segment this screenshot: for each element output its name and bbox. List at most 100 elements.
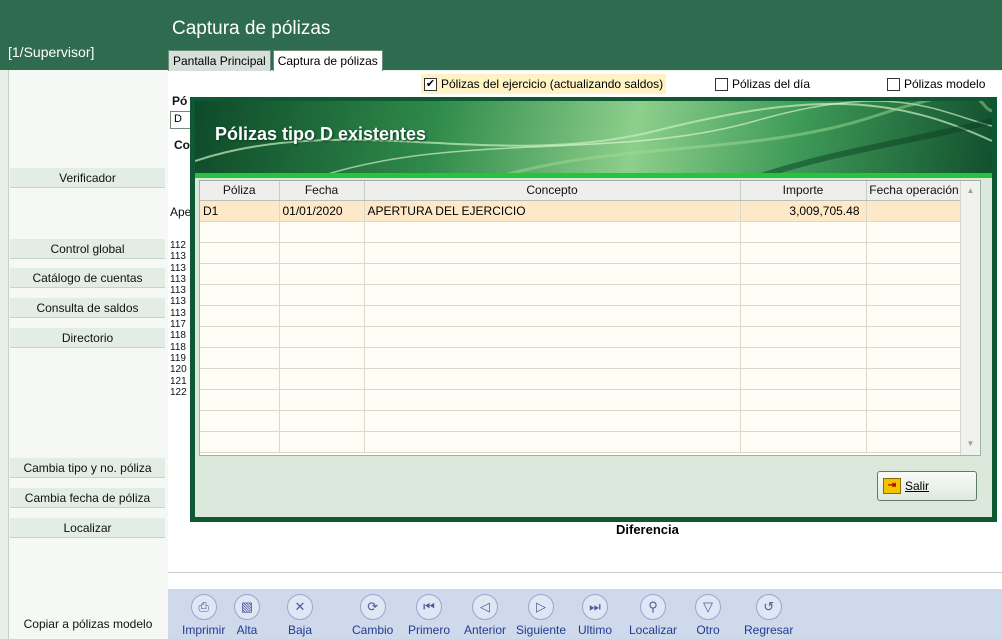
table-row-empty[interactable] — [200, 263, 963, 285]
checkbox-unchecked-icon[interactable] — [715, 77, 728, 91]
empty-cell[interactable] — [866, 389, 963, 411]
column-header-importe[interactable]: Importe — [740, 181, 867, 201]
sidebar-item-verificador[interactable]: Verificador — [10, 168, 165, 188]
empty-cell[interactable] — [279, 284, 365, 306]
scroll-down-icon[interactable]: ▼ — [961, 435, 980, 453]
toolbar-button-regresar[interactable]: ↺ Regresar — [744, 589, 793, 637]
column-header-fecha-operacion[interactable]: Fecha operación — [866, 181, 963, 201]
cell-fecha[interactable]: 01/01/2020 — [279, 200, 365, 222]
empty-cell[interactable] — [279, 221, 365, 243]
toolbar-button-anterior[interactable]: ◁ Anterior — [464, 589, 506, 637]
sidebar-item-localizar[interactable]: Localizar — [10, 518, 165, 538]
empty-cell[interactable] — [200, 347, 280, 369]
empty-cell[interactable] — [866, 305, 963, 327]
empty-cell[interactable] — [364, 284, 741, 306]
table-row-empty[interactable] — [200, 221, 963, 243]
toolbar-button-cambio[interactable]: ⟳ Cambio — [352, 589, 393, 637]
empty-cell[interactable] — [200, 221, 280, 243]
empty-cell[interactable] — [866, 368, 963, 390]
empty-cell[interactable] — [364, 389, 741, 411]
empty-cell[interactable] — [740, 242, 867, 264]
tab-captura-polizas[interactable]: Captura de pólizas — [272, 50, 383, 71]
cell-importe[interactable]: 3,009,705.48 — [740, 200, 867, 222]
empty-cell[interactable] — [740, 305, 867, 327]
empty-cell[interactable] — [740, 431, 867, 453]
option-polizas-ejercicio[interactable]: ✔ Pólizas del ejercicio (actualizando sa… — [421, 74, 667, 94]
empty-cell[interactable] — [866, 284, 963, 306]
table-row-empty[interactable] — [200, 326, 963, 348]
table-row-empty[interactable] — [200, 305, 963, 327]
column-header-fecha[interactable]: Fecha — [279, 181, 365, 201]
empty-cell[interactable] — [740, 389, 867, 411]
empty-cell[interactable] — [364, 242, 741, 264]
empty-cell[interactable] — [364, 326, 741, 348]
empty-cell[interactable] — [866, 242, 963, 264]
cell-concepto[interactable]: APERTURA DEL EJERCICIO — [364, 200, 741, 222]
empty-cell[interactable] — [279, 347, 365, 369]
empty-cell[interactable] — [279, 242, 365, 264]
option-polizas-modelo[interactable]: Pólizas modelo — [887, 74, 985, 94]
empty-cell[interactable] — [364, 305, 741, 327]
checkbox-checked-icon[interactable]: ✔ — [424, 77, 437, 91]
empty-cell[interactable] — [740, 368, 867, 390]
empty-cell[interactable] — [364, 263, 741, 285]
toolbar-button-imprimir[interactable]: ⎙ Imprimir — [182, 589, 225, 637]
table-row[interactable]: D1 01/01/2020 APERTURA DEL EJERCICIO 3,0… — [200, 200, 963, 222]
empty-cell[interactable] — [364, 431, 741, 453]
empty-cell[interactable] — [364, 368, 741, 390]
empty-cell[interactable] — [279, 368, 365, 390]
empty-cell[interactable] — [364, 347, 741, 369]
empty-cell[interactable] — [740, 221, 867, 243]
toolbar-button-primero[interactable]: ⏮ Primero — [408, 589, 450, 637]
table-row-empty[interactable] — [200, 284, 963, 306]
sidebar-item-cambia-fecha[interactable]: Cambia fecha de póliza — [10, 488, 165, 508]
column-header-concepto[interactable]: Concepto — [364, 181, 741, 201]
empty-cell[interactable] — [200, 368, 280, 390]
sidebar-item-catalogo-cuentas[interactable]: Catálogo de cuentas — [10, 268, 165, 288]
toolbar-button-otro[interactable]: ▽ Otro — [695, 589, 721, 637]
toolbar-button-alta[interactable]: ▧ Alta — [234, 589, 260, 637]
empty-cell[interactable] — [200, 431, 280, 453]
empty-cell[interactable] — [200, 410, 280, 432]
empty-cell[interactable] — [740, 284, 867, 306]
sidebar-item-copiar-modelo[interactable]: Copiar a pólizas modelo — [10, 617, 166, 631]
empty-cell[interactable] — [200, 284, 280, 306]
empty-cell[interactable] — [200, 389, 280, 411]
empty-cell[interactable] — [200, 326, 280, 348]
empty-cell[interactable] — [740, 410, 867, 432]
empty-cell[interactable] — [740, 326, 867, 348]
vertical-scrollbar[interactable]: ▲ ▼ — [960, 181, 980, 455]
sidebar-item-directorio[interactable]: Directorio — [10, 328, 165, 348]
empty-cell[interactable] — [279, 305, 365, 327]
table-row-empty[interactable] — [200, 368, 963, 390]
toolbar-button-baja[interactable]: ✕ Baja — [287, 589, 313, 637]
cell-poliza[interactable]: D1 — [200, 200, 280, 222]
toolbar-button-localizar[interactable]: ⚲ Localizar — [629, 589, 677, 637]
empty-cell[interactable] — [866, 326, 963, 348]
empty-cell[interactable] — [200, 263, 280, 285]
empty-cell[interactable] — [200, 305, 280, 327]
empty-cell[interactable] — [200, 242, 280, 264]
toolbar-button-siguiente[interactable]: ▷ Siguiente — [516, 589, 566, 637]
empty-cell[interactable] — [866, 221, 963, 243]
table-row-empty[interactable] — [200, 431, 963, 453]
sidebar-item-control-global[interactable]: Control global — [10, 239, 165, 259]
table-row-empty[interactable] — [200, 410, 963, 432]
empty-cell[interactable] — [364, 410, 741, 432]
table-row-empty[interactable] — [200, 347, 963, 369]
sidebar-item-consulta-saldos[interactable]: Consulta de saldos — [10, 298, 165, 318]
table-row-empty[interactable] — [200, 242, 963, 264]
empty-cell[interactable] — [866, 263, 963, 285]
empty-cell[interactable] — [279, 389, 365, 411]
column-header-poliza[interactable]: Póliza — [200, 181, 280, 201]
empty-cell[interactable] — [866, 347, 963, 369]
empty-cell[interactable] — [866, 431, 963, 453]
table-row-empty[interactable] — [200, 389, 963, 411]
empty-cell[interactable] — [866, 410, 963, 432]
empty-cell[interactable] — [279, 431, 365, 453]
empty-cell[interactable] — [740, 263, 867, 285]
salir-button[interactable]: ⇥ Salir — [877, 471, 977, 501]
empty-cell[interactable] — [279, 326, 365, 348]
checkbox-unchecked-icon[interactable] — [887, 77, 900, 91]
toolbar-button-ultimo[interactable]: ⏭ Ultimo — [578, 589, 612, 637]
